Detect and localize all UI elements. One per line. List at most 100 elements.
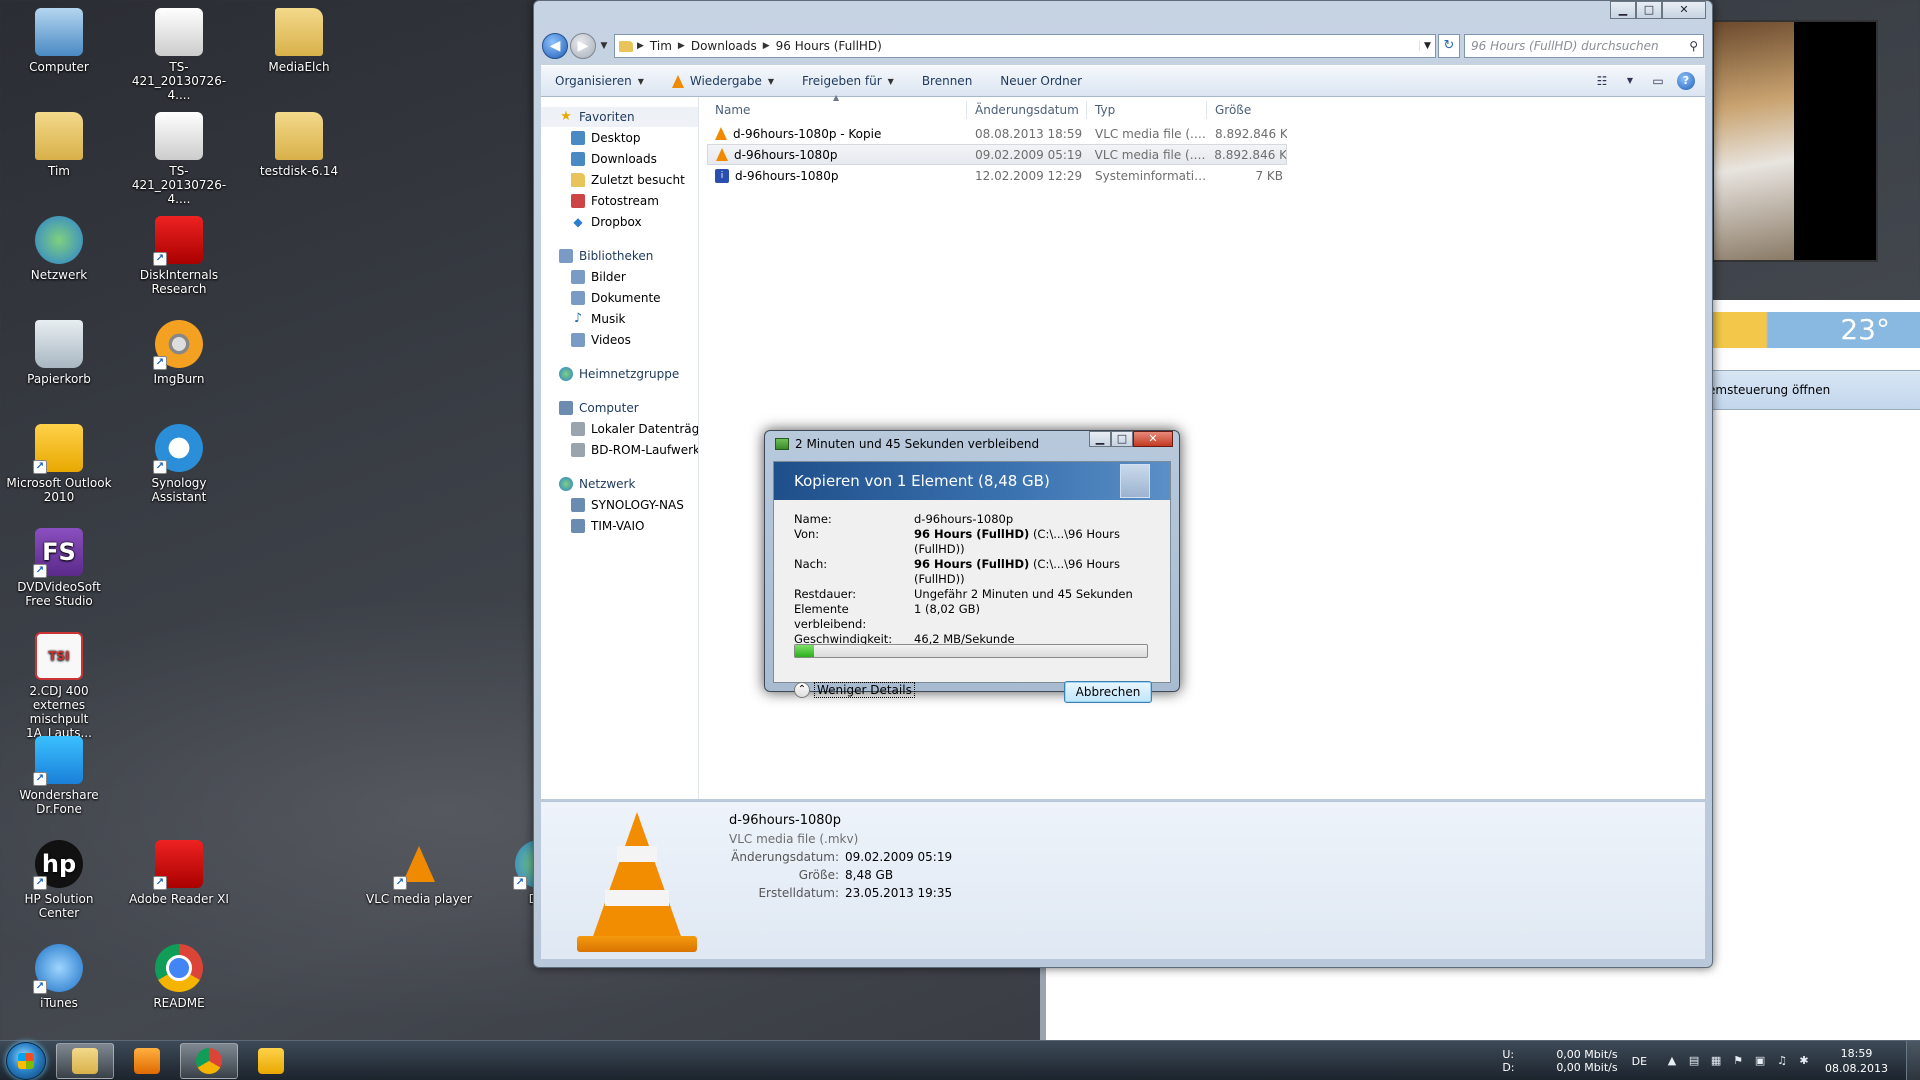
nav-item-pictures[interactable]: Bilder	[541, 266, 698, 287]
action-center-icon[interactable]: ⚑	[1731, 1054, 1745, 1068]
search-icon[interactable]: ⚲	[1689, 39, 1698, 53]
photo-gadget[interactable]	[1712, 20, 1878, 262]
minimize-button[interactable]: ▁	[1089, 431, 1111, 447]
play-menu[interactable]: Wiedergabe ▼	[658, 74, 788, 88]
desktop-icon-item[interactable]: ↗ VLC media player	[364, 840, 474, 906]
start-button[interactable]	[6, 1042, 46, 1080]
address-history-dropdown[interactable]: ▼	[1419, 41, 1435, 51]
back-button[interactable]: ◀	[542, 33, 568, 59]
nav-item-recent[interactable]: Zuletzt besucht	[541, 169, 698, 190]
file-row[interactable]: d-96hours-1080p - Kopie 08.08.2013 18:59…	[699, 123, 1705, 144]
desktop-icon-item[interactable]: TS-421_20130726-4....	[124, 112, 234, 206]
to-folder[interactable]: 96 Hours (FullHD)	[914, 557, 1029, 571]
control-panel-link[interactable]: emsteuerung öffnen	[1700, 370, 1920, 410]
column-header-name[interactable]: Name	[707, 101, 967, 119]
navigation-pane[interactable]: ★ Favoriten Desktop Downloads Zuletzt bes…	[541, 97, 699, 799]
nav-homegroup[interactable]: Heimnetzgruppe	[541, 364, 698, 384]
desktop-icon-item[interactable]: hp ↗ HP Solution Center	[4, 840, 114, 920]
language-indicator[interactable]: DE	[1632, 1055, 1647, 1068]
desktop-icon-item[interactable]: Papierkorb	[4, 320, 114, 386]
nav-network[interactable]: Netzwerk	[541, 474, 698, 494]
column-header-type[interactable]: Typ	[1087, 101, 1207, 119]
chevron-down-icon[interactable]: ▼	[1621, 72, 1639, 90]
desktop-icon-item[interactable]: ↗ Synology Assistant	[124, 424, 234, 504]
breadcrumb-downloads[interactable]: Downloads	[685, 39, 763, 53]
volume-icon[interactable]: ♫	[1775, 1054, 1789, 1068]
file-row[interactable]: i d-96hours-1080p 12.02.2009 12:29 System…	[699, 165, 1705, 186]
desktop-icon-item[interactable]: MediaElch	[244, 8, 354, 74]
tray-app-icon[interactable]: ▦	[1709, 1054, 1723, 1068]
forward-button[interactable]: ▶	[570, 33, 596, 59]
close-button[interactable]: ✕	[1133, 431, 1173, 447]
bluetooth-icon[interactable]: ✱	[1797, 1054, 1811, 1068]
desktop-icon-item[interactable]: ↗ ImgBurn	[124, 320, 234, 386]
taskbar-outlook-button[interactable]	[242, 1043, 300, 1079]
burn-button[interactable]: Brennen	[908, 74, 986, 88]
nav-favorites[interactable]: ★ Favoriten	[541, 107, 698, 127]
weather-gadget[interactable]: 23°	[1700, 312, 1920, 348]
nav-item-photostream[interactable]: Fotostream	[541, 190, 698, 211]
nav-item-videos[interactable]: Videos	[541, 329, 698, 350]
copy-progress-dialog[interactable]: 2 Minuten und 45 Sekunden verbleibend ▁ …	[764, 430, 1180, 703]
column-header-date[interactable]: Änderungsdatum	[967, 101, 1087, 119]
share-menu[interactable]: Freigeben für ▼	[788, 74, 908, 88]
desktop-icon-item[interactable]: ↗ Microsoft Outlook 2010	[4, 424, 114, 504]
minimize-button[interactable]: ▁	[1610, 1, 1636, 19]
network-tray-icon[interactable]: ▣	[1753, 1054, 1767, 1068]
nav-item-music[interactable]: ♪ Musik	[541, 308, 698, 329]
organize-menu[interactable]: Organisieren ▼	[541, 74, 658, 88]
column-header-size[interactable]: Größe	[1207, 101, 1287, 119]
maximize-button[interactable]: □	[1111, 431, 1133, 447]
background-window[interactable]: emsteuerung öffnen	[1700, 300, 1920, 1000]
details-created-value[interactable]: 23.05.2013 19:35	[845, 884, 952, 902]
nav-item-local-disk[interactable]: Lokaler Datenträger	[541, 418, 698, 439]
view-options-icon[interactable]: ☷	[1593, 72, 1611, 90]
nav-item-downloads[interactable]: Downloads	[541, 148, 698, 169]
refresh-button[interactable]: ↻	[1438, 34, 1460, 58]
desktop-icon-item[interactable]: TS-421_20130726-4....	[124, 8, 234, 102]
desktop-icon-item[interactable]: FS ↗ DVDVideoSoft Free Studio	[4, 528, 114, 608]
less-details-button[interactable]: ⌃ Weniger Details	[794, 682, 915, 698]
nav-item-tim-vaio[interactable]: TIM-VAIO	[541, 515, 698, 536]
show-desktop-button[interactable]	[1906, 1041, 1920, 1080]
new-folder-button[interactable]: Neuer Ordner	[986, 74, 1096, 88]
search-input[interactable]: 96 Hours (FullHD) durchsuchen ⚲	[1464, 34, 1704, 58]
preview-pane-icon[interactable]: ▭	[1649, 72, 1667, 90]
nav-item-documents[interactable]: Dokumente	[541, 287, 698, 308]
clock[interactable]: 18:59 08.08.2013	[1825, 1046, 1888, 1076]
file-row-selected[interactable]: d-96hours-1080p 09.02.2009 05:19 VLC med…	[707, 144, 1287, 165]
nav-computer[interactable]: Computer	[541, 398, 698, 418]
taskbar-explorer-button[interactable]	[56, 1043, 114, 1079]
to-value[interactable]: 96 Hours (FullHD) (C:\...\96 Hours (Full…	[914, 557, 1170, 587]
desktop-icon-item[interactable]: Netzwerk	[4, 216, 114, 282]
nav-item-dropbox[interactable]: ◆ Dropbox	[541, 211, 698, 232]
desktop-icon-item[interactable]: ↗ Wondershare Dr.Fone	[4, 736, 114, 816]
details-modified-value[interactable]: 09.02.2009 05:19	[845, 848, 952, 866]
taskbar-media-player-button[interactable]	[118, 1043, 176, 1079]
desktop-icon-item[interactable]: ↗ DiskInternals Research	[124, 216, 234, 296]
desktop-icon-item[interactable]: Tim	[4, 112, 114, 178]
nav-item-desktop[interactable]: Desktop	[541, 127, 698, 148]
from-value[interactable]: 96 Hours (FullHD) (C:\...\96 Hours (Full…	[914, 527, 1170, 557]
taskbar-chrome-button[interactable]	[180, 1043, 238, 1079]
tray-app-icon[interactable]: ▤	[1687, 1054, 1701, 1068]
from-folder[interactable]: 96 Hours (FullHD)	[914, 527, 1029, 541]
maximize-button[interactable]: □	[1636, 1, 1662, 19]
desktop-icon-item[interactable]: testdisk-6.14	[244, 112, 354, 178]
close-button[interactable]: ✕	[1662, 1, 1706, 19]
address-bar[interactable]: ▶ Tim ▶ Downloads ▶ 96 Hours (FullHD) ▼	[614, 34, 1436, 58]
desktop-icon-item[interactable]: ↗ Adobe Reader XI	[124, 840, 234, 906]
show-hidden-icons-icon[interactable]: ▲	[1665, 1054, 1679, 1068]
breadcrumb-current-folder[interactable]: 96 Hours (FullHD)	[770, 39, 888, 53]
breadcrumb-tim[interactable]: Tim	[644, 39, 678, 53]
desktop-icon-item[interactable]: ↗ iTunes	[4, 944, 114, 1010]
cancel-button[interactable]: Abbrechen	[1064, 681, 1152, 703]
nav-item-synology-nas[interactable]: SYNOLOGY-NAS	[541, 494, 698, 515]
desktop-icon-item[interactable]: Computer	[4, 8, 114, 74]
network-meter[interactable]: U: 0,00 Mbit/s D: 0,00 Mbit/s	[1502, 1048, 1617, 1074]
nav-libraries[interactable]: Bibliotheken	[541, 246, 698, 266]
desktop-icon-item[interactable]: README	[124, 944, 234, 1010]
recent-pages-dropdown[interactable]: ▼	[598, 41, 610, 51]
nav-item-bd-rom[interactable]: BD-ROM-Laufwerk (	[541, 439, 698, 460]
desktop-icon-item[interactable]: TSI 2.CDJ 400 externes mischpult 1A_Lauts…	[4, 632, 114, 740]
